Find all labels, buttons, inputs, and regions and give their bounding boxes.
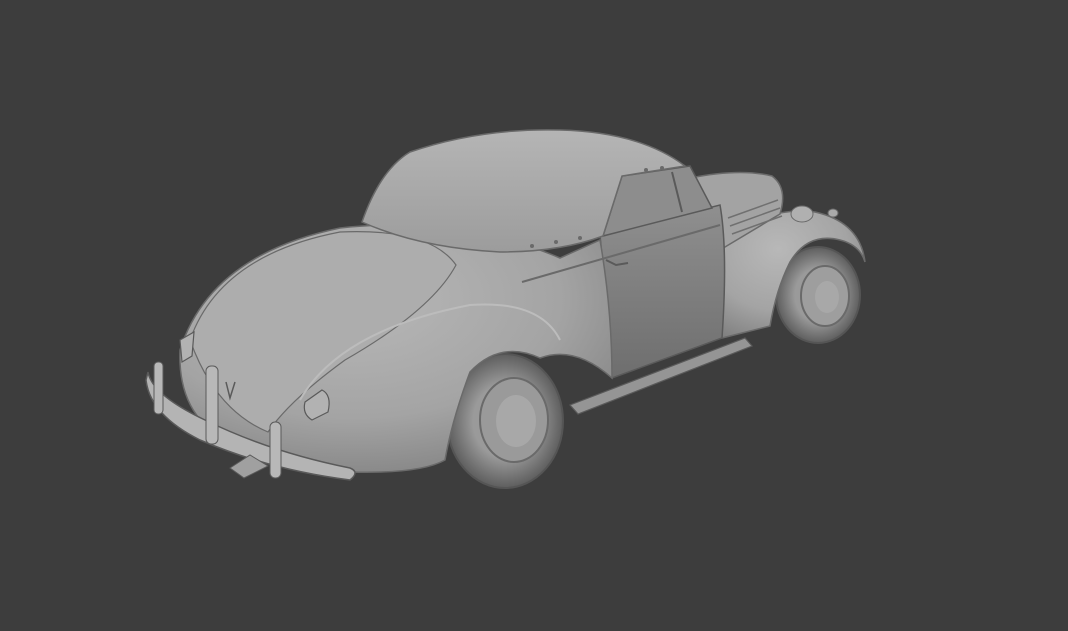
car-model (145, 129, 866, 489)
3d-viewport[interactable] (0, 0, 1068, 631)
headlight (790, 205, 814, 223)
